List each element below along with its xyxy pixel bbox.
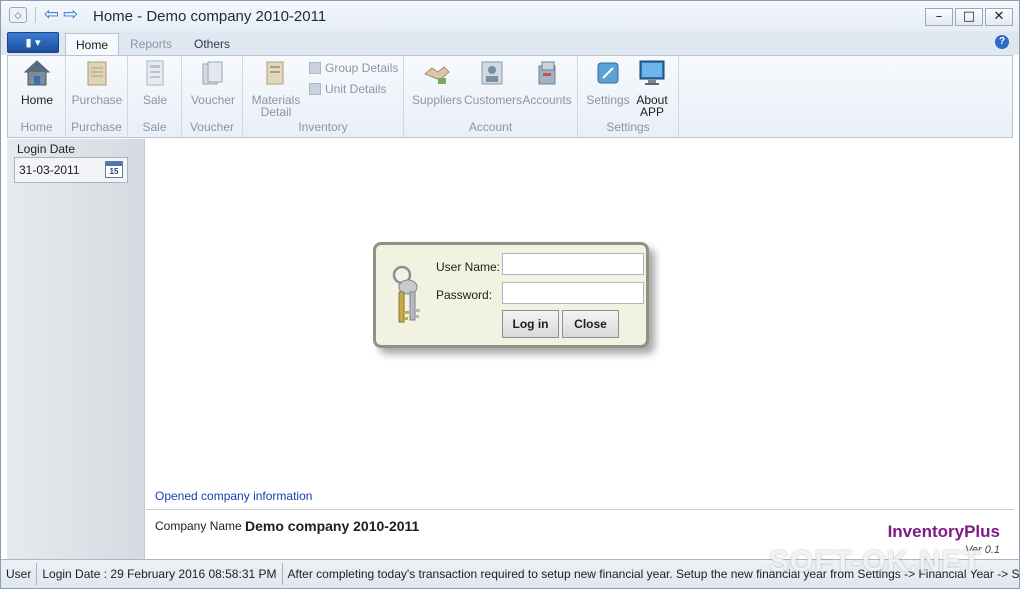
close-dialog-button[interactable]: Close bbox=[562, 310, 619, 338]
customers-label: Customers bbox=[464, 93, 523, 107]
house-icon bbox=[23, 60, 51, 86]
window-title: Home - Demo company 2010-2011 bbox=[93, 8, 327, 25]
group-label-settings: Settings bbox=[606, 120, 650, 134]
group-label-purchase: Purchase bbox=[71, 120, 122, 134]
voucher-button[interactable]: Voucher bbox=[188, 58, 238, 106]
accounts-button[interactable]: Accounts bbox=[522, 58, 572, 106]
close-button[interactable]: ✕ bbox=[985, 8, 1013, 26]
login-date-value[interactable]: 31-03-2011 bbox=[19, 163, 80, 177]
ribbon-panel: Home Home Purchase Purchase Sale Sale Vo… bbox=[7, 55, 1013, 138]
customers-button[interactable]: Customers bbox=[464, 58, 523, 107]
app-menu-icon[interactable]: ◇ bbox=[9, 7, 27, 23]
suppliers-button[interactable]: Suppliers bbox=[412, 58, 462, 106]
company-name-value: Demo company 2010-2011 bbox=[245, 518, 420, 534]
application-menu-button[interactable]: ▮ ▾ bbox=[7, 32, 59, 53]
handshake-icon bbox=[424, 66, 450, 84]
login-button[interactable]: Log in bbox=[502, 310, 559, 338]
title-bar: ◇ ⇦ ⇨ Home - Demo company 2010-2011 – □ … bbox=[1, 1, 1019, 31]
home-button-label: Home bbox=[20, 93, 53, 107]
settings-label: Settings bbox=[586, 93, 630, 107]
forward-arrow-icon[interactable]: ⇨ bbox=[63, 6, 78, 24]
company-name-label: Company Name bbox=[155, 519, 242, 533]
group-label-inventory: Inventory bbox=[298, 120, 348, 134]
tab-others[interactable]: Others bbox=[184, 33, 240, 55]
materials-detail-label-line2: Detail bbox=[260, 105, 292, 119]
left-panel: Login Date 31-03-2011 15 bbox=[7, 139, 145, 559]
invoice-icon bbox=[146, 60, 164, 86]
calendar-icon[interactable]: 15 bbox=[105, 161, 123, 178]
tab-reports[interactable]: Reports bbox=[120, 33, 182, 55]
back-arrow-icon[interactable]: ⇦ bbox=[44, 6, 59, 24]
voucher-button-label: Voucher bbox=[190, 93, 236, 107]
help-icon[interactable]: ? bbox=[995, 35, 1009, 49]
group-label-voucher: Voucher bbox=[189, 120, 235, 134]
ledger-icon bbox=[87, 61, 107, 86]
about-app-button[interactable]: About APP bbox=[631, 58, 673, 118]
ribbon-group-voucher: Voucher Voucher bbox=[182, 56, 243, 137]
keys-icon bbox=[392, 265, 420, 323]
group-label-sale: Sale bbox=[142, 120, 167, 134]
about-label-line2: APP bbox=[639, 105, 664, 119]
opened-company-info-title: Opened company information bbox=[155, 489, 313, 503]
unit-details-icon bbox=[309, 83, 321, 95]
info-divider bbox=[146, 509, 1014, 510]
login-dialog: User Name: Password: Log in Close bbox=[373, 242, 649, 348]
suppliers-label: Suppliers bbox=[412, 93, 463, 107]
monitor-icon bbox=[639, 60, 665, 85]
group-details-icon bbox=[309, 62, 321, 74]
purchase-button[interactable]: Purchase bbox=[69, 58, 125, 106]
group-details-label: Group Details bbox=[325, 61, 399, 75]
tab-home[interactable]: Home bbox=[65, 33, 120, 55]
toolbar-separator bbox=[35, 7, 36, 23]
status-user: User bbox=[1, 563, 38, 585]
settings-tools-icon bbox=[597, 62, 619, 84]
settings-button[interactable]: Settings bbox=[585, 58, 631, 106]
accounts-label: Accounts bbox=[522, 93, 572, 107]
ribbon-group-purchase: Purchase Purchase bbox=[66, 56, 128, 137]
minimize-button[interactable]: – bbox=[925, 8, 953, 26]
quick-access-toolbar: ◇ ⇦ ⇨ bbox=[9, 6, 78, 24]
group-label-home: Home bbox=[20, 120, 53, 134]
group-label-account: Account bbox=[468, 120, 513, 134]
sale-button[interactable]: Sale bbox=[132, 58, 178, 106]
ribbon-group-account: Suppliers Customers Accounts Account bbox=[404, 56, 578, 137]
main-content: User Name: Password: Log in Close Opened… bbox=[146, 139, 1014, 559]
username-label: User Name: bbox=[436, 260, 501, 274]
ribbon-group-home: Home Home bbox=[8, 56, 66, 137]
username-input[interactable] bbox=[502, 253, 644, 275]
unit-details-button[interactable]: Unit Details bbox=[309, 82, 386, 96]
status-login-date: Login Date : 29 February 2016 08:58:31 P… bbox=[37, 563, 283, 585]
home-button[interactable]: Home bbox=[14, 58, 60, 106]
login-date-picker[interactable]: 31-03-2011 15 bbox=[14, 157, 128, 183]
login-date-label: Login Date bbox=[17, 142, 76, 156]
purchase-button-label: Purchase bbox=[71, 93, 123, 107]
ribbon-tab-row: ▮ ▾ Home Reports Others ? bbox=[1, 31, 1019, 55]
accounts-icon bbox=[538, 61, 556, 85]
status-message: After completing today's transaction req… bbox=[287, 567, 1020, 581]
ribbon-group-sale: Sale Sale bbox=[128, 56, 182, 137]
ribbon-group-settings: Settings About APP Settings bbox=[578, 56, 679, 137]
window-controls: – □ ✕ bbox=[925, 8, 1013, 26]
materials-detail-button[interactable]: Materials Detail bbox=[249, 58, 303, 118]
brand-logo-text: InventoryPlus bbox=[887, 522, 1000, 541]
customer-card-icon bbox=[481, 61, 503, 85]
status-bar: User Login Date : 29 February 2016 08:58… bbox=[1, 559, 1019, 588]
voucher-stack-icon bbox=[202, 61, 223, 85]
group-details-button[interactable]: Group Details bbox=[309, 61, 398, 75]
materials-icon bbox=[266, 61, 284, 85]
password-label: Password: bbox=[436, 288, 493, 302]
maximize-button[interactable]: □ bbox=[955, 8, 983, 26]
version-label: Ver 0.1 bbox=[964, 544, 1000, 556]
password-input[interactable] bbox=[502, 282, 644, 304]
app-window: ◇ ⇦ ⇨ Home - Demo company 2010-2011 – □ … bbox=[0, 0, 1020, 589]
unit-details-label: Unit Details bbox=[325, 82, 387, 96]
ribbon-group-inventory: Materials Detail Group Details Unit Deta… bbox=[243, 56, 404, 137]
sale-button-label: Sale bbox=[142, 93, 168, 107]
